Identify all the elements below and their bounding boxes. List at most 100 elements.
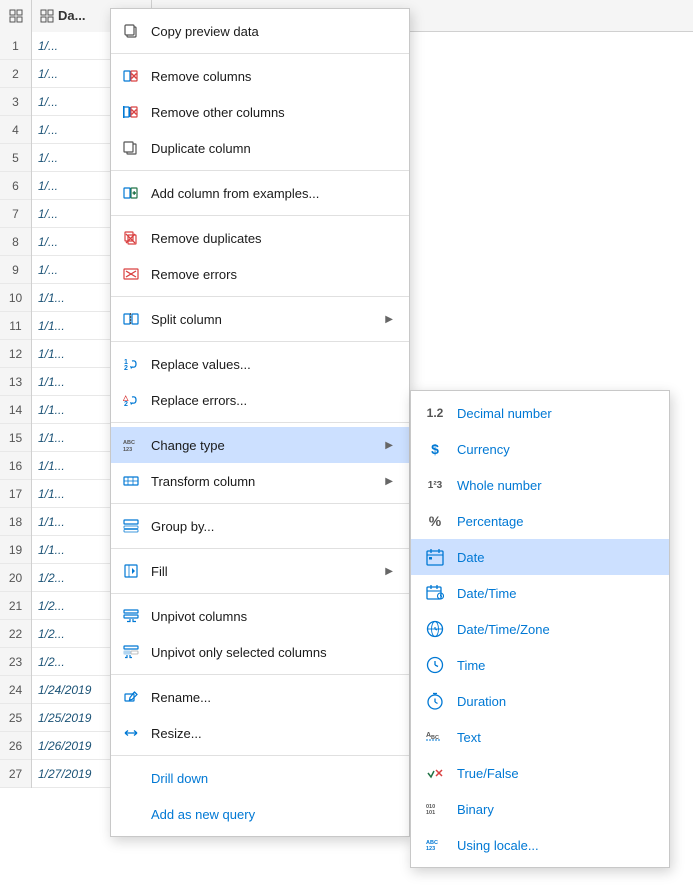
row-num-10[interactable]: 10 xyxy=(0,284,31,312)
menu-item-split-column[interactable]: Split column ▶ xyxy=(111,301,409,337)
menu-item-rename[interactable]: Rename... xyxy=(111,679,409,715)
row-num-2[interactable]: 2 xyxy=(0,60,31,88)
row-num-1[interactable]: 1 xyxy=(0,32,31,60)
row-num-26[interactable]: 26 xyxy=(0,732,31,760)
menu-item-remove-columns[interactable]: Remove columns xyxy=(111,58,409,94)
row-num-16[interactable]: 16 xyxy=(0,452,31,480)
row-num-27[interactable]: 27 xyxy=(0,760,31,788)
add-new-query-icon xyxy=(119,802,143,826)
submenu-item-time[interactable]: Time xyxy=(411,647,669,683)
menu-item-resize[interactable]: Resize... xyxy=(111,715,409,751)
divider-4 xyxy=(111,296,409,297)
row-num-5[interactable]: 5 xyxy=(0,144,31,172)
submenu-item-decimal[interactable]: 1.2 Decimal number xyxy=(411,395,669,431)
row-num-19[interactable]: 19 xyxy=(0,536,31,564)
submenu-item-date-time-zone[interactable]: Date/Time/Zone xyxy=(411,611,669,647)
replace-values-label: Replace values... xyxy=(151,357,393,372)
row-num-14[interactable]: 14 xyxy=(0,396,31,424)
remove-errors-label: Remove errors xyxy=(151,267,393,282)
col-header-label: Da... xyxy=(58,8,85,23)
date-icon xyxy=(419,545,451,569)
row-num-4[interactable]: 4 xyxy=(0,116,31,144)
menu-item-duplicate-column[interactable]: Duplicate column xyxy=(111,130,409,166)
split-column-arrow: ▶ xyxy=(385,314,393,325)
row-num-17[interactable]: 17 xyxy=(0,480,31,508)
submenu-item-date-time[interactable]: Date/Time xyxy=(411,575,669,611)
svg-text:ABC: ABC xyxy=(123,440,135,446)
divider-11 xyxy=(111,755,409,756)
rename-icon xyxy=(119,685,143,709)
submenu-item-using-locale[interactable]: ABC 123 Using locale... xyxy=(411,827,669,863)
menu-item-remove-duplicates[interactable]: Remove duplicates xyxy=(111,220,409,256)
svg-text:2: 2 xyxy=(124,365,128,372)
menu-item-replace-errors[interactable]: △ 2 Replace errors... xyxy=(111,382,409,418)
menu-item-replace-values[interactable]: 1 2 Replace values... xyxy=(111,346,409,382)
remove-errors-icon xyxy=(119,262,143,286)
date-label: Date xyxy=(457,550,653,565)
menu-item-remove-errors[interactable]: Remove errors xyxy=(111,256,409,292)
group-by-icon xyxy=(119,514,143,538)
change-type-arrow: ▶ xyxy=(385,440,393,451)
row-num-24[interactable]: 24 xyxy=(0,676,31,704)
menu-item-drill-down[interactable]: Drill down xyxy=(111,760,409,796)
row-num-22[interactable]: 22 xyxy=(0,620,31,648)
divider-5 xyxy=(111,341,409,342)
menu-item-remove-other-columns[interactable]: Remove other columns xyxy=(111,94,409,130)
split-column-label: Split column xyxy=(151,312,377,327)
transform-column-arrow: ▶ xyxy=(385,476,393,487)
time-label: Time xyxy=(457,658,653,673)
add-column-examples-label: Add column from examples... xyxy=(151,186,393,201)
decimal-number-icon: 1.2 xyxy=(419,401,451,425)
svg-text:101: 101 xyxy=(426,810,435,816)
menu-item-copy-preview[interactable]: Copy preview data xyxy=(111,13,409,49)
submenu-item-whole-number[interactable]: 1²3 Whole number xyxy=(411,467,669,503)
row-num-3[interactable]: 3 xyxy=(0,88,31,116)
submenu-item-true-false[interactable]: True/False xyxy=(411,755,669,791)
remove-duplicates-icon xyxy=(119,226,143,250)
svg-text:123: 123 xyxy=(123,447,132,453)
row-num-15[interactable]: 15 xyxy=(0,424,31,452)
row-num-21[interactable]: 21 xyxy=(0,592,31,620)
menu-item-fill[interactable]: Fill ▶ xyxy=(111,553,409,589)
row-num-12[interactable]: 12 xyxy=(0,340,31,368)
percentage-label: Percentage xyxy=(457,514,653,529)
row-num-20[interactable]: 20 xyxy=(0,564,31,592)
text-label: Text xyxy=(457,730,653,745)
resize-label: Resize... xyxy=(151,726,393,741)
duplicate-column-icon xyxy=(119,136,143,160)
submenu-item-text[interactable]: A BC Text xyxy=(411,719,669,755)
menu-item-add-new-query[interactable]: Add as new query xyxy=(111,796,409,832)
duration-icon xyxy=(419,689,451,713)
row-num-23[interactable]: 23 xyxy=(0,648,31,676)
date-time-zone-icon xyxy=(419,617,451,641)
menu-item-unpivot-only-selected[interactable]: Unpivot only selected columns xyxy=(111,634,409,670)
row-num-8[interactable]: 8 xyxy=(0,228,31,256)
row-numbers: 1 2 3 4 5 6 7 8 9 10 11 12 13 14 15 16 1… xyxy=(0,32,32,788)
remove-duplicates-label: Remove duplicates xyxy=(151,231,393,246)
row-num-25[interactable]: 25 xyxy=(0,704,31,732)
menu-item-unpivot-columns[interactable]: Unpivot columns xyxy=(111,598,409,634)
menu-item-add-column-examples[interactable]: Add column from examples... xyxy=(111,175,409,211)
drill-down-icon xyxy=(119,766,143,790)
row-num-7[interactable]: 7 xyxy=(0,200,31,228)
add-new-query-label: Add as new query xyxy=(151,807,393,822)
currency-icon: $ xyxy=(419,437,451,461)
submenu-item-percentage[interactable]: % Percentage xyxy=(411,503,669,539)
menu-item-change-type[interactable]: ABC 123 Change type ▶ xyxy=(111,427,409,463)
submenu-item-duration[interactable]: Duration xyxy=(411,683,669,719)
submenu-item-date[interactable]: Date xyxy=(411,539,669,575)
menu-item-group-by[interactable]: Group by... xyxy=(111,508,409,544)
resize-icon xyxy=(119,721,143,745)
unpivot-columns-label: Unpivot columns xyxy=(151,609,393,624)
row-num-18[interactable]: 18 xyxy=(0,508,31,536)
context-menu: Copy preview data Remove columns xyxy=(110,8,410,837)
row-num-9[interactable]: 9 xyxy=(0,256,31,284)
submenu-item-binary[interactable]: 010 101 Binary xyxy=(411,791,669,827)
transform-column-icon xyxy=(119,469,143,493)
menu-item-transform-column[interactable]: Transform column ▶ xyxy=(111,463,409,499)
row-num-11[interactable]: 11 xyxy=(0,312,31,340)
row-num-13[interactable]: 13 xyxy=(0,368,31,396)
row-num-6[interactable]: 6 xyxy=(0,172,31,200)
submenu-item-currency[interactable]: $ Currency xyxy=(411,431,669,467)
divider-8 xyxy=(111,548,409,549)
